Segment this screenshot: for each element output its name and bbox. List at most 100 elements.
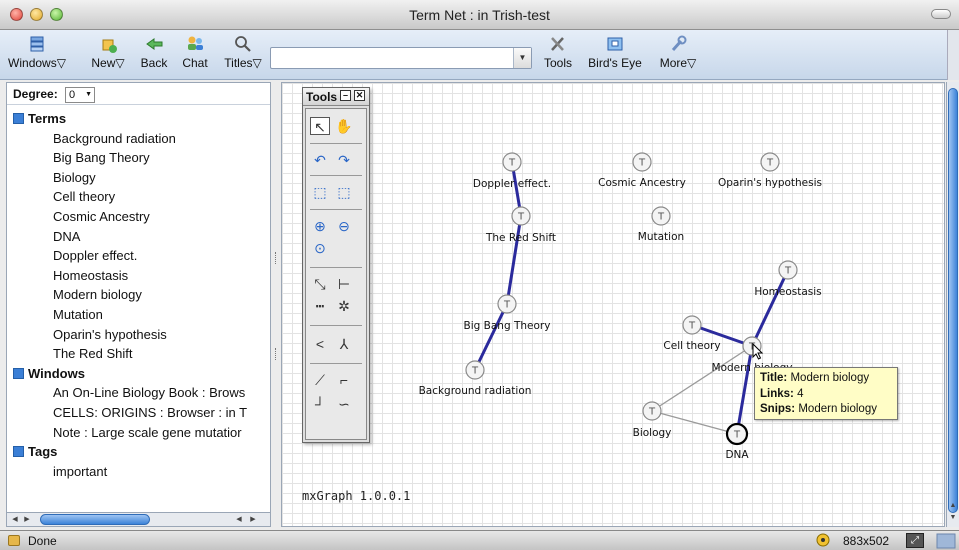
sidebar-group-windows[interactable]: Windows xyxy=(13,364,270,384)
degree-select[interactable]: 0 ▼ xyxy=(65,87,96,103)
layout-tree-icon[interactable]: ⤡ xyxy=(310,275,330,293)
sidebar-list-item[interactable]: important xyxy=(13,462,270,482)
sidebar-horizontal-scrollbar[interactable]: ◀ ▶ ◀ ▶ xyxy=(6,512,271,527)
scroll-left-icon[interactable]: ◀ xyxy=(233,514,245,525)
edge-split-icon[interactable]: ⅄ xyxy=(334,335,354,353)
graph-edge-bigbang-background[interactable] xyxy=(473,303,509,371)
sidebar-list-item[interactable]: CELLS: ORIGINS : Browser : in T xyxy=(13,403,270,423)
chevron-down-icon[interactable]: ▼ xyxy=(513,48,531,68)
scroll-up-icon[interactable]: ▲ xyxy=(948,502,958,510)
sidebar-list-item[interactable]: Big Bang Theory xyxy=(13,148,270,168)
node-type-glyph: T xyxy=(784,266,792,277)
sidebar-list-item[interactable]: Modern biology xyxy=(13,285,270,305)
canvas-vertical-scrollbar[interactable]: ▲ ▼ xyxy=(946,82,959,527)
titles-button[interactable]: Titles▽ xyxy=(220,34,266,78)
sidebar-list-item[interactable]: Cosmic Ancestry xyxy=(13,207,270,227)
birds-eye-button[interactable]: Bird's Eye xyxy=(584,34,646,78)
sidebar-list-item[interactable]: DNA xyxy=(13,227,270,247)
sidebar-tree: Terms Background radiation Big Bang Theor… xyxy=(7,105,270,481)
graph-node-oparin[interactable]: T Oparin's hypothesis xyxy=(718,152,822,189)
sidebar-list-item[interactable]: An On-Line Biology Book : Brows xyxy=(13,383,270,403)
back-button[interactable]: Back xyxy=(138,34,170,78)
windows-button[interactable]: Windows▽ xyxy=(8,34,66,78)
toolbar-scrollbar[interactable] xyxy=(947,30,959,80)
sidebar-list-item[interactable]: Homeostasis xyxy=(13,266,270,286)
layout-line-icon[interactable]: ┅ xyxy=(310,297,330,315)
chat-icon xyxy=(188,36,203,50)
more-button[interactable]: More▽ xyxy=(656,34,700,78)
minimize-palette-button[interactable]: – xyxy=(340,90,351,101)
zoom-in-icon[interactable]: ⊕ xyxy=(310,217,330,235)
collapse-icon[interactable] xyxy=(13,367,24,379)
edge-orthogonal-icon[interactable]: ⌐ xyxy=(334,371,354,389)
tools-button[interactable]: Tools xyxy=(540,34,576,78)
close-palette-button[interactable]: ✕ xyxy=(354,90,365,101)
new-label: New xyxy=(91,56,116,70)
toolbar-toggle-button[interactable] xyxy=(931,9,951,19)
sidebar-list-item[interactable]: Biology xyxy=(13,168,270,188)
redo-icon[interactable]: ↷ xyxy=(334,151,354,169)
graph-node-redshift[interactable]: T The Red Shift xyxy=(485,206,556,244)
graph-edge-redshift-bigbang[interactable] xyxy=(505,215,523,305)
scroll-down-icon[interactable]: ▼ xyxy=(948,514,958,522)
scroll-thumb[interactable] xyxy=(40,514,150,525)
graph-node-biology[interactable]: T Biology xyxy=(633,401,672,439)
pane-splitter[interactable] xyxy=(273,82,279,527)
edge-straight-icon[interactable]: ⟋ xyxy=(310,371,330,389)
new-button[interactable]: New▽ xyxy=(88,34,128,78)
zoom-out-icon[interactable]: ⊖ xyxy=(334,217,354,235)
select-pointer-icon[interactable]: ↖ xyxy=(310,117,330,135)
pan-hand-icon[interactable]: ✋ xyxy=(334,117,354,135)
graph-edge-homeostasis-modern[interactable] xyxy=(750,269,790,347)
more-label: More xyxy=(659,56,688,70)
chat-button[interactable]: Chat xyxy=(178,34,212,78)
scroll-left-icon[interactable]: ◀ xyxy=(9,514,21,525)
scroll-right-icon[interactable]: ▶ xyxy=(21,514,33,525)
sidebar-list-item[interactable]: Oparin's hypothesis xyxy=(13,325,270,345)
tools-divider xyxy=(310,325,362,326)
sidebar-list-item[interactable]: Doppler effect. xyxy=(13,246,270,266)
sidebar-group-tags[interactable]: Tags xyxy=(13,442,270,462)
ungroup-icon[interactable]: ⬚ xyxy=(334,183,354,201)
collapse-icon[interactable] xyxy=(13,113,24,124)
graph-node-mutation[interactable]: T Mutation xyxy=(638,206,684,243)
layout-hierarchy-icon[interactable]: ⊢ xyxy=(334,275,354,293)
graph-node-homeostasis[interactable]: T Homeostasis xyxy=(754,260,822,298)
graph-edge-modern-dna[interactable] xyxy=(735,345,754,435)
sidebar-list-item[interactable]: Mutation xyxy=(13,305,270,325)
scroll-right-icon[interactable]: ▶ xyxy=(247,514,259,525)
graph-node-doppler[interactable]: T Doppler effect. xyxy=(473,152,551,190)
edge-fan-icon[interactable]: < xyxy=(310,335,330,353)
group-icon[interactable]: ⬚ xyxy=(310,183,330,201)
graph-node-dna[interactable]: T DNA xyxy=(725,422,749,461)
sidebar-list-item[interactable]: Cell theory xyxy=(13,187,270,207)
sidebar-list-item[interactable]: Note : Large scale gene mutatior xyxy=(13,423,270,443)
graph-node-background[interactable]: T Background radiation xyxy=(419,360,532,397)
connection-icon xyxy=(816,533,830,547)
sidebar-list-item[interactable]: Background radiation xyxy=(13,129,270,149)
resize-grip-icon[interactable] xyxy=(935,533,957,549)
search-combo[interactable]: ▼ xyxy=(270,47,532,69)
graph-node-bigbang[interactable]: T Big Bang Theory xyxy=(464,294,551,332)
undo-icon[interactable]: ↶ xyxy=(310,151,330,169)
graph-edge-modern-biology[interactable] xyxy=(651,345,753,412)
fit-icon[interactable]: ⤢ xyxy=(906,533,924,548)
tools-palette-header[interactable]: Tools – ✕ xyxy=(303,88,369,106)
layout-organic-icon[interactable]: ✲ xyxy=(334,297,354,315)
tools-palette[interactable]: Tools – ✕ ↖ ✋ ↶ ↷ ⬚ ⬚ ⊕ ⊖ ⊙ ⤡ ⊢ ┅ ✲ < ⅄ … xyxy=(302,87,370,443)
group-label: Windows xyxy=(28,365,85,381)
graph-canvas[interactable]: T Doppler effect. T The Red Shift T Big Bang … xyxy=(281,82,945,527)
zoom-actual-icon[interactable]: ⊙ xyxy=(310,239,330,257)
edge-curve-icon[interactable]: ∽ xyxy=(334,395,354,413)
sidebar-list-item[interactable]: The Red Shift xyxy=(13,344,270,364)
edge-elbow-icon[interactable]: ┘ xyxy=(310,395,330,413)
node-label: Cosmic Ancestry xyxy=(598,177,686,189)
windows-list: An On-Line Biology Book : Brows CELLS: OR… xyxy=(13,383,270,442)
graph-node-cell[interactable]: T Cell theory xyxy=(663,315,721,352)
collapse-icon[interactable] xyxy=(13,446,24,458)
tooltip-snips-value: Modern biology xyxy=(798,403,877,415)
graph-node-cosmic[interactable]: T Cosmic Ancestry xyxy=(598,152,686,189)
scroll-thumb[interactable] xyxy=(948,88,958,513)
sidebar-group-terms[interactable]: Terms xyxy=(13,109,270,129)
graph-svg[interactable]: T Doppler effect. T The Red Shift T Big Bang … xyxy=(282,83,945,527)
